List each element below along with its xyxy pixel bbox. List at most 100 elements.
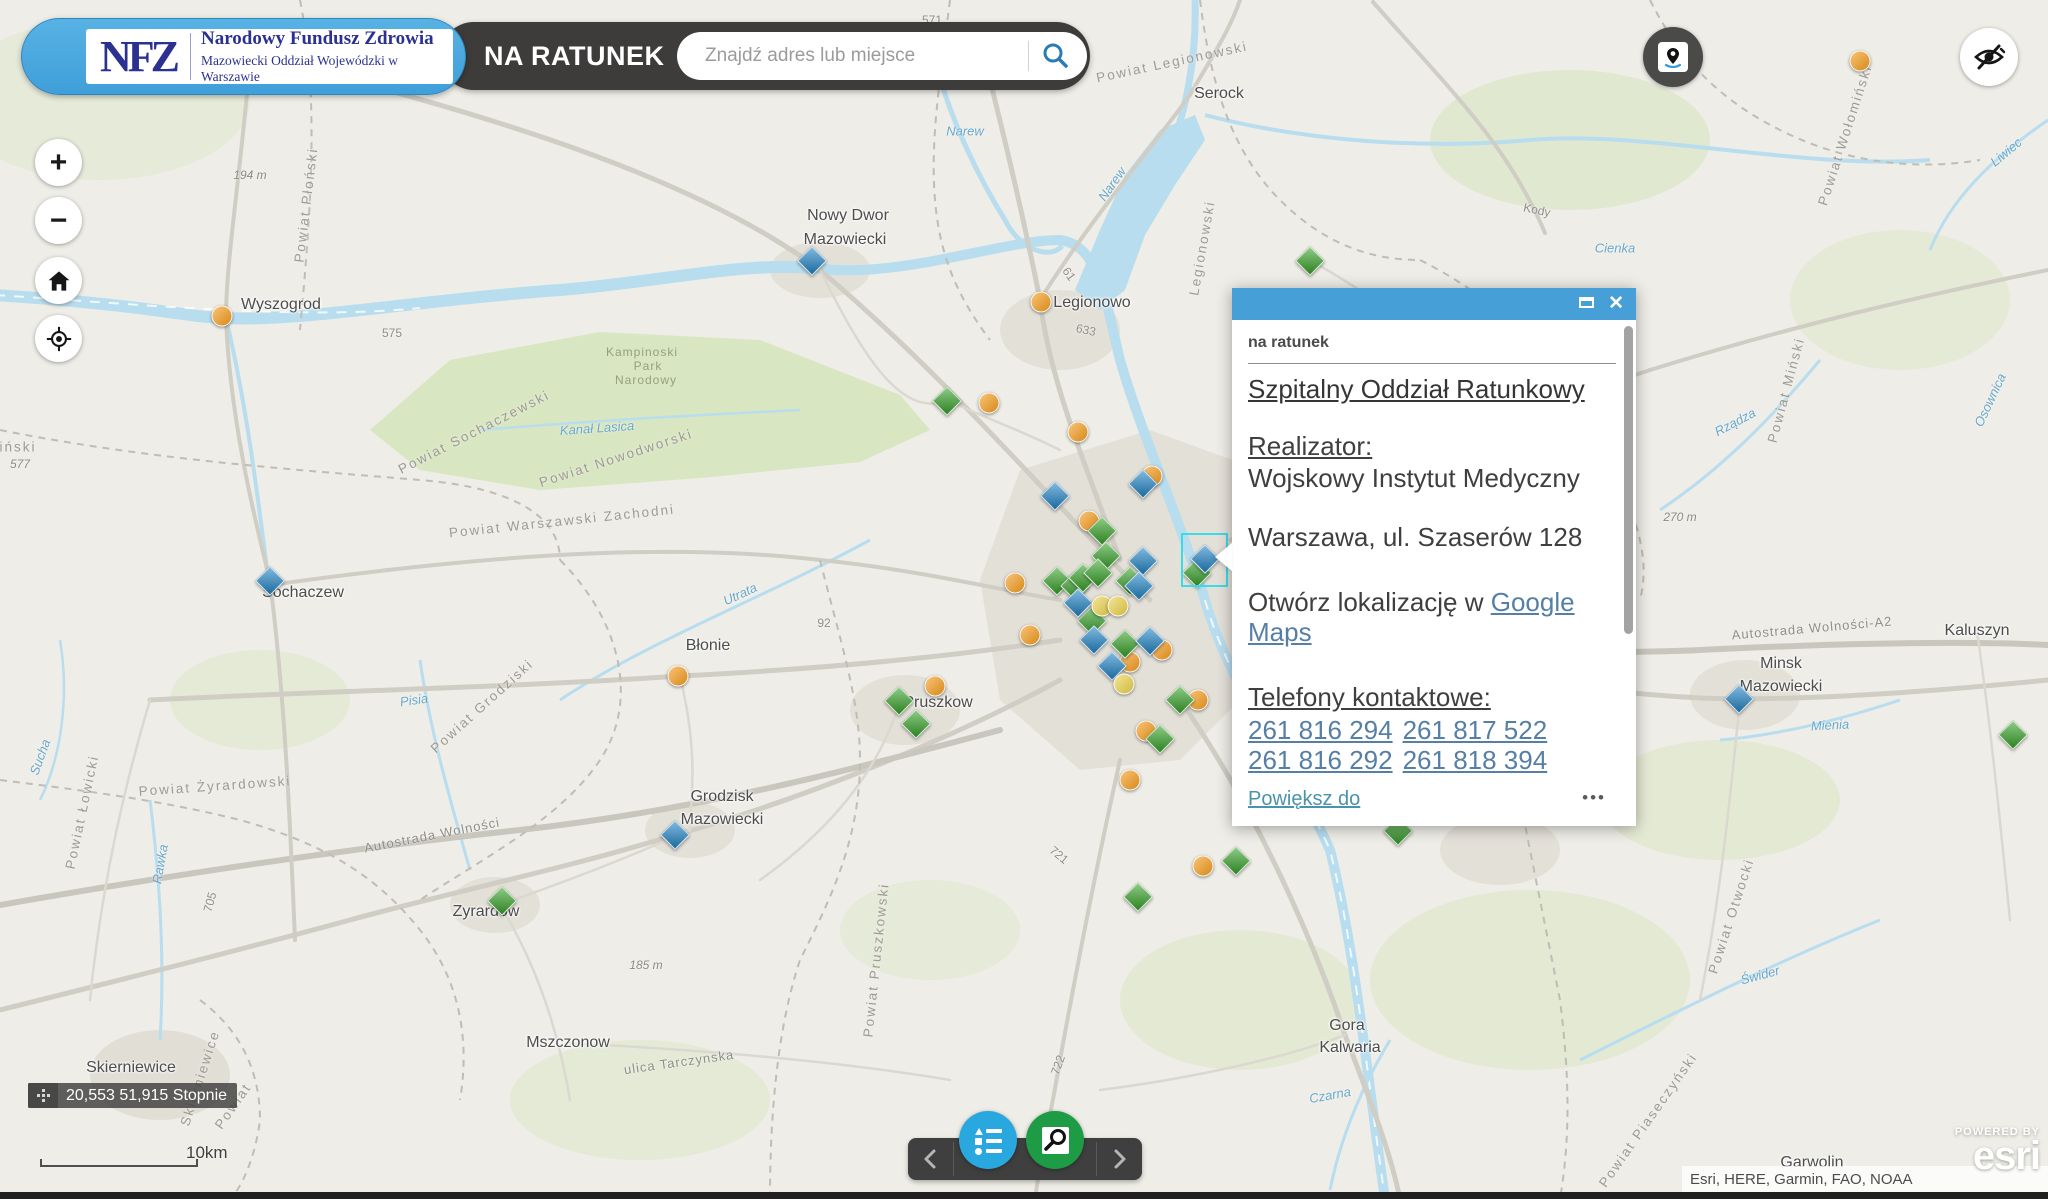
crosshair-icon[interactable] xyxy=(28,1083,58,1108)
map-marker-blue[interactable] xyxy=(255,566,285,596)
logo-text: Narodowy Fundusz Zdrowia Mazowiecki Oddz… xyxy=(191,28,453,85)
zoom-in-icon: + xyxy=(50,146,68,180)
hide-layers-button[interactable] xyxy=(1960,28,2018,86)
map-marker-orange[interactable] xyxy=(1120,770,1141,791)
legend-icon xyxy=(975,1128,1002,1152)
more-options-icon[interactable]: ••• xyxy=(1582,788,1606,808)
map-marker-green[interactable] xyxy=(884,686,914,716)
legend-button[interactable] xyxy=(959,1111,1017,1169)
top-bar: NA RATUNEK xyxy=(440,22,1090,90)
basemap-button[interactable] xyxy=(1643,27,1703,87)
logo-line1: Narodowy Fundusz Zdrowia xyxy=(201,28,453,50)
bottom-strip xyxy=(0,1192,2048,1199)
locate-button[interactable] xyxy=(35,315,82,362)
scale-bar xyxy=(40,1159,198,1167)
paddle-left-button[interactable] xyxy=(918,1146,944,1172)
map-marker-green[interactable] xyxy=(901,709,931,739)
map-marker-green[interactable] xyxy=(1221,846,1251,876)
map-marker-orange[interactable] xyxy=(668,666,689,687)
nfz-abbr: NFZ xyxy=(86,31,190,82)
popup-pointer xyxy=(1215,543,1232,571)
map-marker-layer xyxy=(0,0,2048,1199)
attribution-text: Esri, HERE, Garmin, FAO, NOAA xyxy=(1682,1171,1913,1188)
popup-body: na ratunek Szpitalny Oddział Ratunkowy R… xyxy=(1232,320,1636,782)
map-marker-green[interactable] xyxy=(1998,720,2028,750)
close-icon[interactable]: ✕ xyxy=(1608,291,1624,317)
open-location-line: Otwórz lokalizację w Google Maps xyxy=(1248,587,1616,648)
zoom-in-button[interactable]: + xyxy=(35,139,82,186)
zoom-to-link[interactable]: Powiększ do xyxy=(1248,788,1360,810)
map-marker-orange[interactable] xyxy=(212,306,233,327)
map-marker-orange[interactable] xyxy=(1193,856,1214,877)
coordinate-badge: 20,553 51,915 Stopnie xyxy=(28,1083,237,1108)
popup-scrollbar[interactable] xyxy=(1624,326,1633,634)
map-marker-orange[interactable] xyxy=(1020,625,1041,646)
feature-search-icon xyxy=(1042,1127,1069,1154)
map-marker-blue[interactable] xyxy=(1079,625,1109,655)
search-input[interactable] xyxy=(703,38,1013,74)
basemap-icon xyxy=(1658,42,1688,72)
map-marker-green[interactable] xyxy=(932,386,962,416)
paddle-divider xyxy=(1096,1142,1097,1176)
paddle-divider xyxy=(953,1142,954,1176)
address: Warszawa, ul. Szaserów 128 xyxy=(1248,522,1616,553)
home-button[interactable] xyxy=(35,257,82,304)
feature-popup: ✕ na ratunek Szpitalny Oddział Ratunkowy… xyxy=(1232,288,1636,826)
zoom-out-icon: − xyxy=(50,204,68,238)
search-divider xyxy=(1028,41,1029,71)
phone-link[interactable]: 261 816 294 xyxy=(1248,715,1393,745)
open-location-prefix: Otwórz lokalizację w xyxy=(1248,587,1491,617)
phone-row: 261 816 292 261 818 394 xyxy=(1248,745,1616,776)
search-box xyxy=(677,32,1087,80)
search-icon xyxy=(1037,38,1073,74)
esri-logo: POWERED BY esri xyxy=(1955,1126,2040,1174)
locate-icon xyxy=(46,326,72,352)
chevron-right-icon xyxy=(1106,1146,1132,1172)
map-marker-blue[interactable] xyxy=(1040,481,1070,511)
map-marker-orange[interactable] xyxy=(1068,422,1089,443)
popup-title-link[interactable]: Szpitalny Oddział Ratunkowy xyxy=(1248,374,1616,405)
phone-row: 261 816 294 261 817 522 xyxy=(1248,715,1616,746)
phone-link[interactable]: 261 817 522 xyxy=(1403,715,1548,745)
map-app: Nowy DworMazowieckiLegionowoSerockWyszog… xyxy=(0,0,2048,1199)
popup-header[interactable]: ✕ xyxy=(1232,288,1636,320)
map-marker-yellow[interactable] xyxy=(1114,674,1135,695)
widget-paddle xyxy=(908,1138,1142,1180)
map-marker-blue[interactable] xyxy=(797,246,827,276)
phone-link[interactable]: 261 818 394 xyxy=(1403,745,1548,775)
logo-line2: Mazowiecki Oddział Wojewódzki w Warszawi… xyxy=(201,53,453,85)
map-marker-blue[interactable] xyxy=(1724,684,1754,714)
nfz-logo-box: NFZ Narodowy Fundusz Zdrowia Mazowiecki … xyxy=(86,29,453,84)
map-marker-green[interactable] xyxy=(1295,246,1325,276)
map-marker-blue[interactable] xyxy=(660,820,690,850)
map-marker-orange[interactable] xyxy=(1850,51,1871,72)
phone-link[interactable]: 261 816 292 xyxy=(1248,745,1393,775)
realizator-value: Wojskowy Instytut Medyczny xyxy=(1248,463,1616,494)
realizator-label: Realizator: xyxy=(1248,431,1616,462)
app-title: NA RATUNEK xyxy=(484,41,665,72)
esri-brand-text: esri xyxy=(1955,1138,2040,1174)
map-marker-green[interactable] xyxy=(1123,882,1153,912)
map-marker-orange[interactable] xyxy=(925,676,946,697)
home-icon xyxy=(47,269,71,293)
map-marker-orange[interactable] xyxy=(1031,292,1052,313)
map-marker-orange[interactable] xyxy=(1005,573,1026,594)
zoom-out-button[interactable]: − xyxy=(35,197,82,244)
popup-tab-title: na ratunek xyxy=(1248,334,1616,353)
map-marker-green[interactable] xyxy=(487,886,517,916)
nfz-logo[interactable]: NFZ Narodowy Fundusz Zdrowia Mazowiecki … xyxy=(21,18,466,95)
chevron-left-icon xyxy=(918,1146,944,1172)
feature-search-button[interactable] xyxy=(1026,1111,1084,1169)
paddle-right-button[interactable] xyxy=(1106,1146,1132,1172)
popup-footer: Powiększ do ••• xyxy=(1248,788,1620,816)
coordinate-readout: 20,553 51,915 Stopnie xyxy=(58,1087,237,1105)
maximize-icon[interactable] xyxy=(1579,297,1594,308)
map-marker-orange[interactable] xyxy=(979,393,1000,414)
phones-label: Telefony kontaktowe: xyxy=(1248,682,1616,713)
phone-lines: 261 816 294 261 817 522 261 816 292 261 818… xyxy=(1248,715,1616,776)
eye-slash-icon xyxy=(1970,38,2008,76)
map-marker-green[interactable] xyxy=(1165,685,1195,715)
map-marker-yellow[interactable] xyxy=(1108,596,1129,617)
popup-divider xyxy=(1248,363,1616,364)
search-button[interactable] xyxy=(1037,38,1079,74)
